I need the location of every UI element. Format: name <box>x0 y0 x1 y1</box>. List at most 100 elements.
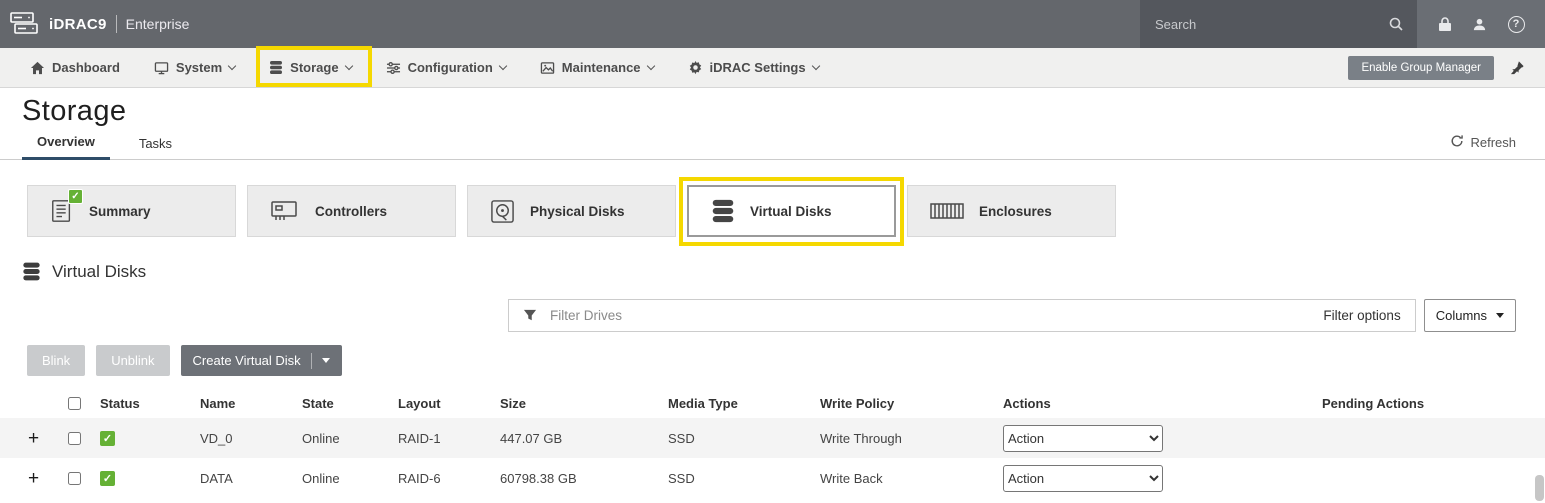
card-controllers[interactable]: Controllers <box>247 185 456 237</box>
storage-category-cards: ✓ Summary Controllers Phy <box>27 185 1545 237</box>
physical-disks-icon <box>490 199 515 224</box>
columns-dropdown-button[interactable]: Columns <box>1424 299 1516 332</box>
select-all-cell <box>62 394 100 413</box>
card-summary[interactable]: ✓ Summary <box>27 185 236 237</box>
filter-box: Filter options <box>508 299 1416 332</box>
columns-label: Columns <box>1436 308 1487 323</box>
lock-icon[interactable] <box>1438 16 1452 32</box>
table-row: + ✓ DATA Online RAID-6 60798.38 GB SSD W… <box>0 458 1545 498</box>
card-label: Physical Disks <box>530 204 625 219</box>
filter-options-link[interactable]: Filter options <box>1323 308 1400 323</box>
col-header-write-policy: Write Policy <box>812 396 996 411</box>
brand-edition: Enterprise <box>126 16 190 32</box>
nav-item-storage[interactable]: Storage <box>269 60 351 75</box>
search-icon[interactable] <box>1388 16 1404 32</box>
tabs-bar: Overview Tasks Refresh <box>0 130 1545 160</box>
tab-overview[interactable]: Overview <box>22 134 110 160</box>
unblink-button[interactable]: Unblink <box>96 345 169 376</box>
system-icon <box>154 61 169 75</box>
storage-icon <box>269 60 283 75</box>
filter-funnel-icon <box>523 309 537 322</box>
card-label: Controllers <box>315 204 387 219</box>
nav-item-system[interactable]: System <box>154 60 235 75</box>
chevron-down-icon <box>322 358 330 363</box>
col-header-size: Size <box>498 396 662 411</box>
nav-item-maintenance[interactable]: Maintenance <box>540 60 654 75</box>
top-header: iDRAC9 Enterprise ? <box>0 0 1545 48</box>
nav-label: Dashboard <box>52 60 120 75</box>
card-physical-disks[interactable]: Physical Disks <box>467 185 676 237</box>
col-header-name: Name <box>190 396 300 411</box>
col-header-status: Status <box>100 396 190 411</box>
chevron-down-icon <box>499 61 507 69</box>
row-action-select[interactable]: Action <box>1003 465 1163 492</box>
filter-row: Filter options Columns <box>0 299 1545 332</box>
nav-label: System <box>176 60 222 75</box>
card-virtual-disks[interactable]: Virtual Disks <box>687 185 896 237</box>
nav-item-configuration[interactable]: Configuration <box>386 60 506 75</box>
table-header-row: Status Name State Layout Size Media Type… <box>0 388 1545 418</box>
nav-item-dashboard[interactable]: Dashboard <box>30 60 120 75</box>
enclosures-icon <box>930 203 964 219</box>
virtual-disks-icon <box>711 198 735 224</box>
main-nav: Dashboard System Storage Configuration <box>0 48 1545 88</box>
cell-state: Online <box>300 471 394 486</box>
cell-write-policy: Write Through <box>812 431 996 446</box>
vertical-scrollbar[interactable] <box>1535 475 1544 501</box>
search-input[interactable] <box>1153 16 1388 33</box>
page-title: Storage <box>22 94 1545 128</box>
refresh-button[interactable]: Refresh <box>1450 134 1516 159</box>
summary-ok-badge: ✓ <box>68 189 83 204</box>
cell-name: DATA <box>190 471 300 486</box>
nav-label: iDRAC Settings <box>710 60 806 75</box>
section-title: Virtual Disks <box>52 262 146 282</box>
nav-item-idrac-settings[interactable]: iDRAC Settings <box>688 60 819 75</box>
brand-divider <box>116 15 117 33</box>
tab-tasks[interactable]: Tasks <box>124 136 187 159</box>
user-icon[interactable] <box>1472 17 1487 32</box>
create-virtual-disk-label: Create Virtual Disk <box>193 353 301 368</box>
row-checkbox[interactable] <box>68 432 81 445</box>
select-all-checkbox[interactable] <box>68 397 81 410</box>
filter-drives-input[interactable] <box>548 307 1312 324</box>
cell-media-type: SSD <box>662 471 812 486</box>
cell-size: 447.07 GB <box>498 431 662 446</box>
virtual-disks-heading-icon <box>22 261 41 282</box>
enable-group-manager-button[interactable]: Enable Group Manager <box>1348 56 1494 80</box>
sliders-icon <box>386 61 401 75</box>
row-action-select[interactable]: Action <box>1003 425 1163 452</box>
card-label: Virtual Disks <box>750 204 832 219</box>
chevron-down-icon <box>646 61 654 69</box>
nav-label: Storage <box>290 60 338 75</box>
chevron-down-icon <box>228 61 236 69</box>
table-row: + ✓ VD_0 Online RAID-1 447.07 GB SSD Wri… <box>0 418 1545 458</box>
status-ok-icon: ✓ <box>100 471 115 486</box>
page-content: Storage Overview Tasks Refresh ✓ Su <box>0 94 1545 498</box>
vd-toolbar: Blink Unblink Create Virtual Disk <box>27 345 1545 376</box>
maintenance-icon <box>540 61 555 75</box>
col-header-media-type: Media Type <box>662 396 812 411</box>
pin-icon[interactable] <box>1510 60 1525 75</box>
col-header-layout: Layout <box>394 396 498 411</box>
summary-icon: ✓ <box>50 198 74 224</box>
refresh-label: Refresh <box>1470 135 1516 150</box>
nav-label: Configuration <box>408 60 493 75</box>
global-search <box>1140 0 1417 48</box>
expand-row-icon[interactable]: + <box>0 469 62 488</box>
gear-icon <box>688 60 703 75</box>
card-label: Enclosures <box>979 204 1052 219</box>
cell-media-type: SSD <box>662 431 812 446</box>
virtual-disks-heading: Virtual Disks <box>22 261 1545 282</box>
cell-layout: RAID-6 <box>394 471 498 486</box>
virtual-disks-table: Status Name State Layout Size Media Type… <box>0 388 1545 498</box>
create-virtual-disk-button[interactable]: Create Virtual Disk <box>181 345 342 376</box>
idrac-logo-icon <box>10 11 40 37</box>
help-icon[interactable]: ? <box>1508 16 1525 33</box>
expand-row-icon[interactable]: + <box>0 429 62 448</box>
blink-button[interactable]: Blink <box>27 345 85 376</box>
refresh-icon <box>1450 134 1464 151</box>
card-enclosures[interactable]: Enclosures <box>907 185 1116 237</box>
chevron-down-icon <box>811 61 819 69</box>
home-icon <box>30 61 45 75</box>
row-checkbox[interactable] <box>68 472 81 485</box>
